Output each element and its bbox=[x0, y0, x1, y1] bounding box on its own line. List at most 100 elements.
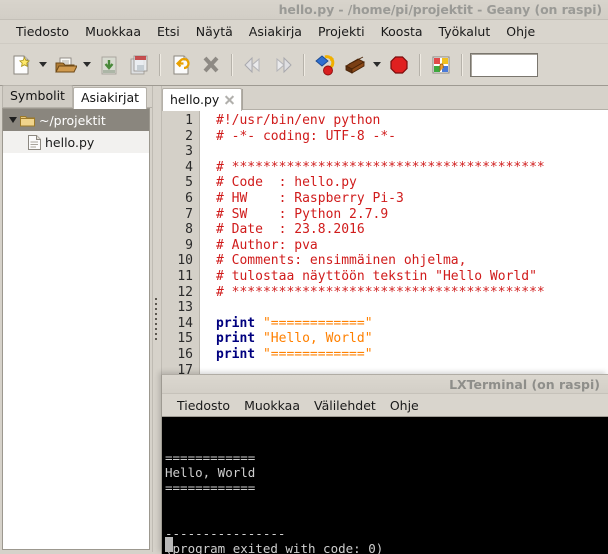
menu-asiakirja[interactable]: Asiakirja bbox=[241, 22, 310, 41]
line-number: 9 bbox=[185, 237, 193, 253]
tree-row-file[interactable]: hello.py bbox=[3, 131, 149, 153]
code-token-comment: # Date : 23.8.2016 bbox=[216, 222, 365, 238]
code-token-kw: print bbox=[216, 315, 256, 331]
tree-label-project: ~/projektit bbox=[39, 112, 106, 128]
menu-tiedosto[interactable]: Tiedosto bbox=[8, 22, 77, 41]
code-line: #!/usr/bin/env python bbox=[216, 113, 608, 129]
build-icon bbox=[345, 56, 365, 74]
code-token-kw: print bbox=[216, 331, 256, 347]
code-line: # Comments: ensimmäinen ohjelma, bbox=[216, 253, 608, 269]
expander-open-icon[interactable] bbox=[6, 113, 20, 127]
chevron-down-icon bbox=[83, 62, 91, 67]
navigate-forward-button[interactable] bbox=[268, 49, 298, 81]
line-number: 6 bbox=[185, 190, 193, 206]
menu-ohje[interactable]: Ohje bbox=[498, 22, 543, 41]
code-token-kw: print bbox=[216, 346, 256, 362]
terminal-output[interactable]: ============ Hello, World ============ ---… bbox=[162, 417, 608, 554]
documents-tree[interactable]: ~/projektit hello.py bbox=[2, 108, 150, 550]
save-all-button[interactable] bbox=[124, 49, 154, 81]
menu-projekti[interactable]: Projekti bbox=[310, 22, 373, 41]
code-line: print "Hello, World" bbox=[216, 331, 608, 347]
code-line: # tulostaa näyttöön tekstin "Hello World… bbox=[216, 269, 608, 285]
close-icon[interactable] bbox=[224, 94, 235, 105]
build-button[interactable] bbox=[340, 49, 370, 81]
code-token-comment: # Comments: ensimmäinen ohjelma, bbox=[216, 253, 467, 269]
menu-koosta[interactable]: Koosta bbox=[373, 22, 431, 41]
search-input[interactable] bbox=[470, 52, 538, 77]
line-number: 13 bbox=[177, 300, 193, 316]
line-number: 7 bbox=[185, 206, 193, 222]
code-token-str: "Hello, World" bbox=[262, 331, 373, 347]
code-token-comment: # **************************************… bbox=[216, 284, 545, 300]
editor-tabbar-filler bbox=[243, 85, 608, 110]
sidebar-tab-symbolit[interactable]: Symbolit bbox=[2, 85, 73, 108]
toolbar-separator bbox=[159, 53, 161, 76]
lxterminal-titlebar[interactable]: LXTerminal (on raspi) bbox=[162, 375, 608, 394]
lx-menu-valilehdet[interactable]: Välilehdet bbox=[307, 396, 383, 415]
line-number: 14 bbox=[177, 315, 193, 331]
compile-icon bbox=[315, 54, 335, 75]
line-number: 4 bbox=[185, 159, 193, 175]
toolbar-separator bbox=[419, 53, 421, 76]
toolbar-separator bbox=[303, 53, 305, 76]
close-icon bbox=[203, 56, 219, 72]
line-number: 10 bbox=[177, 253, 193, 269]
window-title: hello.py - /home/pi/projektit - Geany (o… bbox=[278, 2, 603, 17]
lxterminal-window: LXTerminal (on raspi) Tiedosto Muokkaa V… bbox=[161, 374, 608, 554]
new-file-dropdown[interactable] bbox=[36, 49, 50, 81]
navigate-forward-icon bbox=[276, 56, 292, 73]
sidebar: Symbolit Asiakirjat ~/projektit hello.py bbox=[0, 85, 152, 552]
stop-button[interactable] bbox=[384, 49, 414, 81]
code-line: # Author: pva bbox=[216, 238, 608, 254]
sidebar-tabbar: Symbolit Asiakirjat bbox=[0, 85, 152, 109]
build-dropdown[interactable] bbox=[370, 49, 384, 81]
code-line: # **************************************… bbox=[216, 285, 608, 301]
save-button[interactable] bbox=[94, 49, 124, 81]
lx-menu-tiedosto[interactable]: Tiedosto bbox=[170, 396, 237, 415]
code-line: # HW : Raspberry Pi-3 bbox=[216, 191, 608, 207]
color-chooser-icon bbox=[432, 56, 450, 73]
terminal-cursor bbox=[165, 536, 173, 552]
geany-titlebar[interactable]: hello.py - /home/pi/projektit - Geany (o… bbox=[0, 0, 608, 20]
code-line: # Date : 23.8.2016 bbox=[216, 222, 608, 238]
line-number: 8 bbox=[185, 222, 193, 238]
toolbar-separator bbox=[231, 53, 233, 76]
menu-muokkaa[interactable]: Muokkaa bbox=[77, 22, 149, 41]
tree-row-project[interactable]: ~/projektit bbox=[3, 109, 149, 131]
new-file-button[interactable] bbox=[6, 49, 36, 81]
terminal-line: ---------------- bbox=[165, 526, 286, 542]
code-line: print "============" bbox=[216, 347, 608, 363]
line-number: 11 bbox=[177, 268, 193, 284]
editor-tab-label: hello.py bbox=[170, 92, 220, 107]
lx-menu-ohje[interactable]: Ohje bbox=[383, 396, 426, 415]
code-token-comment: # HW : Raspberry Pi-3 bbox=[216, 190, 404, 206]
navigate-back-button[interactable] bbox=[238, 49, 268, 81]
menu-etsi[interactable]: Etsi bbox=[149, 22, 188, 41]
code-line: # -*- coding: UTF-8 -*- bbox=[216, 129, 608, 145]
sidebar-tab-asiakirjat[interactable]: Asiakirjat bbox=[72, 87, 148, 109]
menu-nayta[interactable]: Näytä bbox=[188, 22, 241, 41]
chevron-down-icon bbox=[373, 62, 381, 67]
open-file-button[interactable] bbox=[50, 49, 80, 81]
open-file-dropdown[interactable] bbox=[80, 49, 94, 81]
code-token-comment: #!/usr/bin/env python bbox=[216, 113, 381, 128]
color-chooser-button[interactable] bbox=[426, 49, 456, 81]
code-line: # Code : hello.py bbox=[216, 175, 608, 191]
chevron-down-icon bbox=[39, 62, 47, 67]
revert-icon bbox=[173, 55, 190, 74]
line-number: 5 bbox=[185, 175, 193, 191]
compile-button[interactable] bbox=[310, 49, 340, 81]
code-token-comment: # SW : Python 2.7.9 bbox=[216, 206, 389, 222]
line-number: 12 bbox=[177, 284, 193, 300]
lxterminal-title: LXTerminal (on raspi) bbox=[449, 376, 600, 392]
lx-menu-muokkaa[interactable]: Muokkaa bbox=[237, 396, 307, 415]
editor-tab-hello-py[interactable]: hello.py bbox=[162, 88, 243, 111]
menu-tyokalut[interactable]: Työkalut bbox=[431, 22, 499, 41]
close-document-button[interactable] bbox=[196, 49, 226, 81]
revert-button[interactable] bbox=[166, 49, 196, 81]
